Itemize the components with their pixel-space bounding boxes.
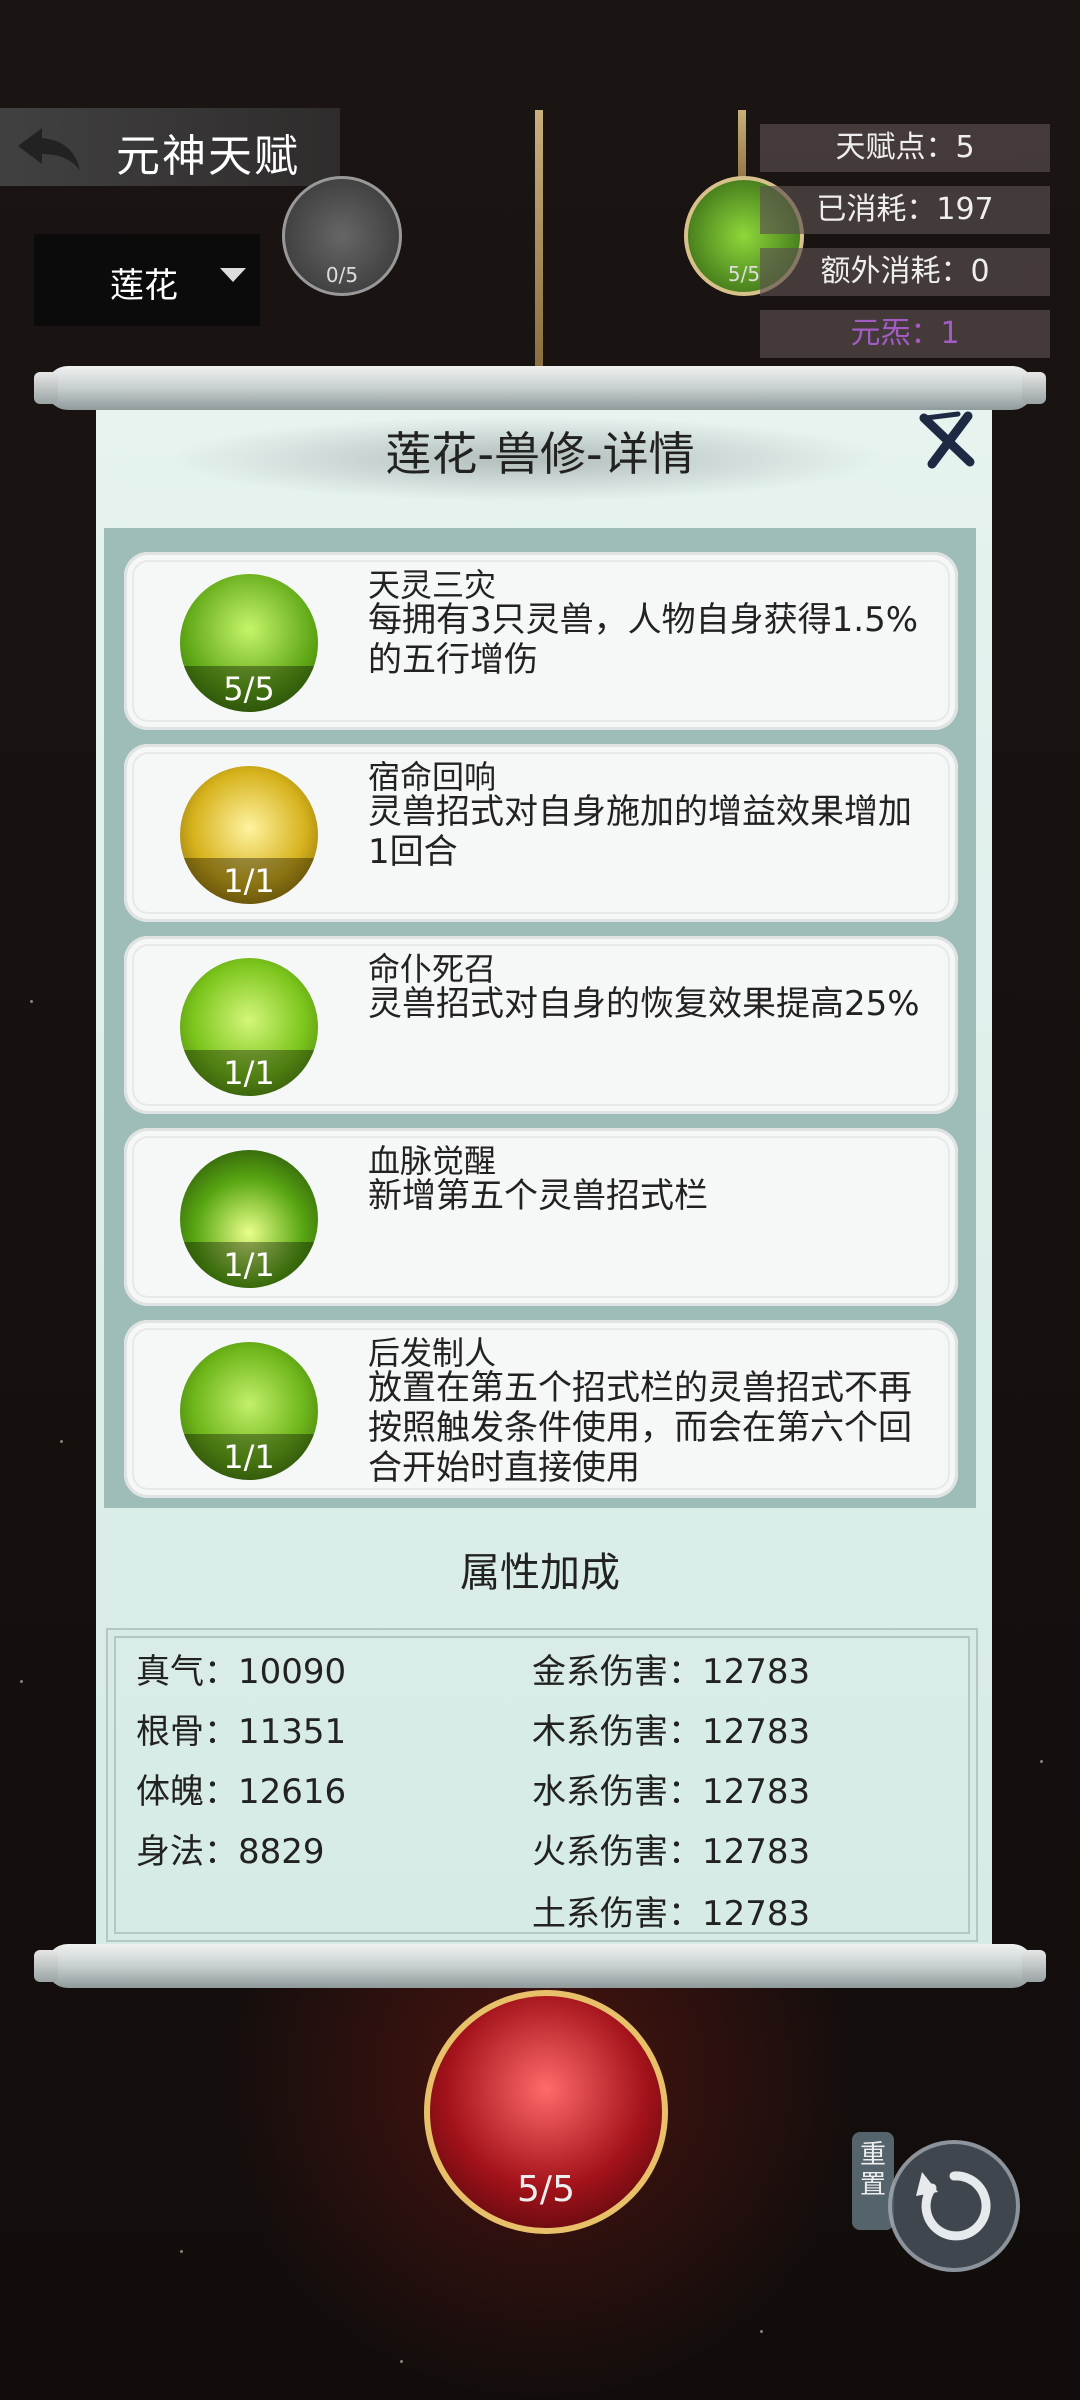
talent-node[interactable]: 5/5 [424, 1990, 668, 2234]
talent-tree-line [535, 110, 543, 370]
page-title: 元神天赋 [116, 131, 300, 182]
skill-description: 灵兽招式对自身施加的增益效果增加1回合 [368, 792, 912, 872]
dropdown-selected-value: 莲花 [110, 266, 178, 306]
talent-points-stat: 天赋点：5 [760, 124, 1050, 172]
skill-card: 1/1 后发制人 放置在第五个招式栏的灵兽招式不再按照触发条件使用，而会在第六个… [124, 1320, 958, 1498]
attribute-value: 身法：8829 [136, 1832, 325, 1872]
green-awaken-flame-icon: 1/1 [180, 1150, 318, 1288]
header-bar: 元神天赋 [0, 108, 340, 186]
talent-node-count: 0/5 [325, 263, 359, 287]
skill-level: 1/1 [180, 1050, 318, 1096]
skill-description: 每拥有3只灵兽，人物自身获得1.5%的五行增伤 [368, 600, 919, 680]
star [1040, 1760, 1043, 1763]
attribute-value: 木系伤害：12783 [532, 1712, 811, 1752]
consumed-stat: 已消耗：197 [760, 186, 1050, 234]
star [180, 2250, 183, 2253]
attribute-value: 金系伤害：12783 [532, 1652, 811, 1692]
attribute-value: 体魄：12616 [136, 1772, 347, 1812]
star [400, 2360, 403, 2363]
attribute-value: 火系伤害：12783 [532, 1832, 811, 1872]
talent-node[interactable]: 0/5 [282, 176, 402, 296]
skill-card: 1/1 血脉觉醒 新增第五个灵兽招式栏 [124, 1128, 958, 1306]
talent-node-count: 5/5 [517, 2169, 575, 2210]
skill-card: 1/1 宿命回响 灵兽招式对自身施加的增益效果增加1回合 [124, 744, 958, 922]
close-icon[interactable] [918, 410, 978, 470]
green-plus-heal-icon: 1/1 [180, 958, 318, 1096]
element-stat: 元炁：1 [760, 310, 1050, 358]
star [60, 1440, 63, 1443]
skill-description: 新增第五个灵兽招式栏 [368, 1176, 708, 1216]
golden-swirl-icon: 1/1 [180, 766, 318, 904]
skill-level: 1/1 [180, 1434, 318, 1480]
chevron-down-icon [220, 268, 246, 282]
extra-consumed-stat: 额外消耗：0 [760, 248, 1050, 296]
attribute-value: 水系伤害：12783 [532, 1772, 811, 1812]
skill-level: 1/1 [180, 858, 318, 904]
attribute-value: 真气：10090 [136, 1652, 347, 1692]
back-arrow-icon[interactable] [14, 124, 84, 172]
skill-list[interactable]: 5/5 天灵三灾 每拥有3只灵兽，人物自身获得1.5%的五行增伤 1/1 宿命回… [104, 528, 976, 1508]
skill-description: 放置在第五个招式栏的灵兽招式不再按照触发条件使用，而会在第六个回合开始时直接使用 [368, 1368, 912, 1488]
attributes-title: 属性加成 [460, 1550, 620, 1596]
attribute-value: 根骨：11351 [136, 1712, 347, 1752]
attribute-value: 土系伤害：12783 [532, 1894, 811, 1934]
school-dropdown[interactable]: 莲花 [34, 234, 260, 326]
star [20, 1680, 23, 1683]
green-figures-icon: 1/1 [180, 1342, 318, 1480]
green-flame-beast-icon: 5/5 [180, 574, 318, 712]
skill-level: 5/5 [180, 666, 318, 712]
scroll-rod-top [34, 366, 1046, 410]
star [30, 1000, 33, 1003]
scroll-rod-bottom [34, 1944, 1046, 1988]
skill-level: 1/1 [180, 1242, 318, 1288]
skill-description: 灵兽招式对自身的恢复效果提高25% [368, 984, 920, 1024]
skill-card: 1/1 命仆死召 灵兽招式对自身的恢复效果提高25% [124, 936, 958, 1114]
refresh-icon [916, 2171, 991, 2241]
skill-card: 5/5 天灵三灾 每拥有3只灵兽，人物自身获得1.5%的五行增伤 [124, 552, 958, 730]
reset-button[interactable] [888, 2140, 1020, 2272]
star [760, 2330, 763, 2333]
